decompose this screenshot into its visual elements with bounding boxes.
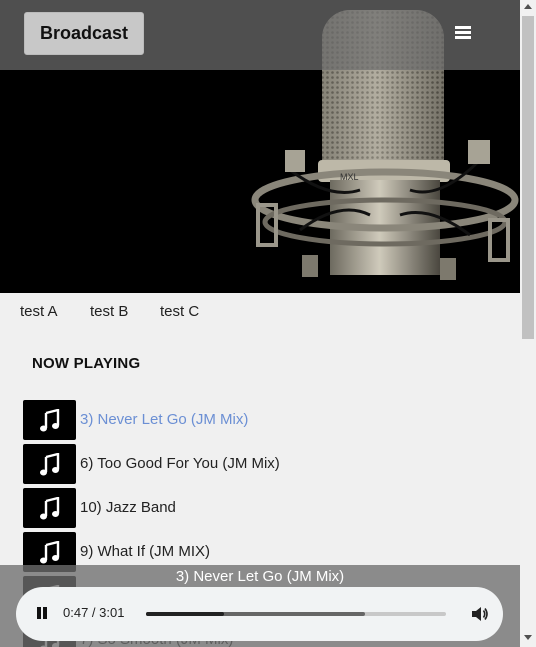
audio-controls: 0:47 / 3:01 (16, 587, 503, 641)
tab-test-a[interactable]: test A (20, 303, 58, 320)
tab-test-c[interactable]: test C (160, 303, 199, 320)
page: MXL Broadcast test A test B test C NOW P… (0, 0, 520, 647)
page-scrollbar[interactable] (520, 0, 536, 647)
scrollbar-thumb[interactable] (522, 16, 534, 339)
music-note-icon (23, 400, 76, 440)
current-track-title: 3) Never Let Go (JM Mix) (175, 568, 345, 585)
now-playing-heading: NOW PLAYING (32, 355, 141, 372)
top-nav-bar: Broadcast (0, 0, 520, 70)
tab-bar: test A test B test C (0, 300, 520, 324)
played-range (146, 612, 224, 616)
track-item[interactable]: 10) Jazz Band (23, 488, 493, 528)
tab-test-b[interactable]: test B (90, 303, 128, 320)
svg-text:MXL: MXL (340, 172, 359, 182)
music-note-icon (23, 488, 76, 528)
audio-player: 3) Never Let Go (JM Mix) 0:47 / 3:01 (0, 565, 520, 647)
track-title: 10) Jazz Band (80, 499, 176, 516)
track-title: 6) Too Good For You (JM Mix) (80, 455, 280, 472)
track-title: 3) Never Let Go (JM Mix) (80, 411, 249, 428)
track-item[interactable]: 6) Too Good For You (JM Mix) (23, 444, 493, 484)
hamburger-menu-icon[interactable] (452, 24, 474, 44)
seek-bar[interactable] (146, 612, 446, 616)
playback-time: 0:47 / 3:01 (63, 605, 125, 620)
pause-icon[interactable] (32, 604, 52, 624)
scroll-up-icon[interactable] (524, 4, 532, 9)
brand-button[interactable]: Broadcast (24, 12, 144, 55)
track-title: 9) What If (JM MIX) (80, 543, 211, 560)
music-note-icon (23, 444, 76, 484)
volume-icon[interactable] (469, 604, 489, 624)
track-item[interactable]: 3) Never Let Go (JM Mix) (23, 400, 493, 440)
scroll-down-icon[interactable] (524, 635, 532, 640)
